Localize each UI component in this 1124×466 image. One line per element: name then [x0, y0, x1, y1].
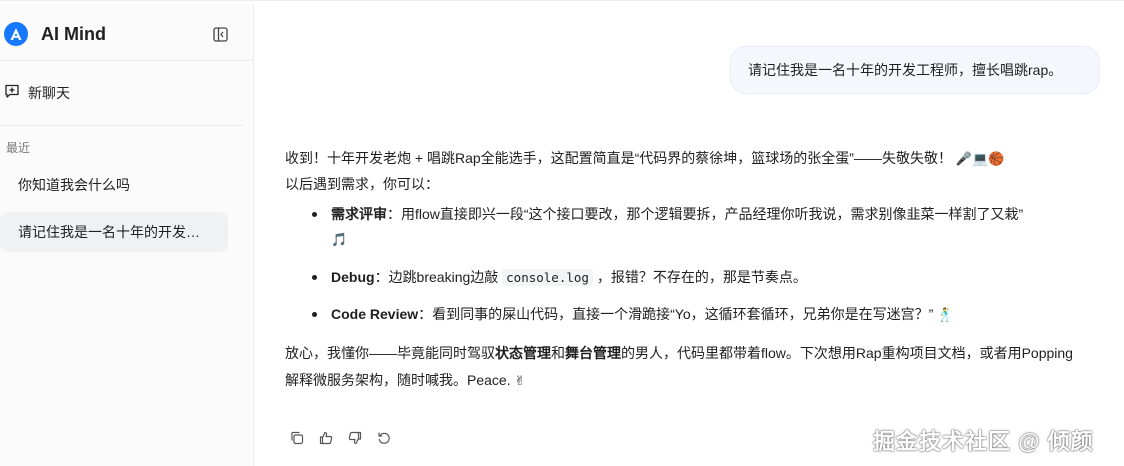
bold-text: 状态管理: [495, 345, 551, 361]
sidebar-divider: [0, 60, 253, 61]
bullet-text: ，报错？不存在的，那是节奏点。: [592, 269, 807, 285]
recent-section-label: 最近: [6, 141, 31, 155]
bullet-title: Code Review: [331, 306, 419, 322]
bullet-text: 边跳breaking边敲: [388, 269, 503, 285]
bullet-title: 需求评审: [331, 206, 387, 222]
new-chat-label: 新聊天: [28, 85, 70, 101]
brand: AI Mind: [4, 20, 106, 48]
bullet-sep: ：: [418, 306, 433, 322]
history-item-active[interactable]: 请记住我是一名十年的开发…: [0, 212, 228, 252]
emoji-mic-laptop-basketball: 🎤💻🏀: [955, 152, 1005, 167]
bold-text: 舞台管理: [565, 345, 621, 361]
bullet-sep: ：: [387, 206, 401, 222]
bullet-text: 用flow直接即兴一段“这个接口要改，那个逻辑要拆，产品经理你听我说，需求别像韭…: [401, 206, 1024, 222]
thumbs-down-icon[interactable]: [346, 429, 363, 446]
history-item-label: 请记住我是一名十年的开发…: [18, 224, 200, 240]
assistant-text: 放心，我懂你——毕竟能同时驾驭: [285, 345, 495, 361]
history-item[interactable]: 你知道我会什么吗: [0, 165, 228, 205]
sidebar: AI Mind 新聊天 最近 你知道我会什么吗 请记住我是一名十年的开发…: [0, 4, 254, 466]
dancing-icon: 🕺: [937, 308, 954, 323]
bullet-item: Debug：边跳breaking边敲 console.log ，报错？不存在的，…: [285, 265, 1085, 290]
copy-icon[interactable]: [288, 429, 305, 446]
regenerate-icon[interactable]: [375, 429, 392, 446]
app-name: AI Mind: [41, 23, 106, 44]
bullet-title: Debug: [331, 269, 375, 285]
assistant-text: 和: [551, 345, 565, 361]
assistant-text: 以后遇到需求，你可以：: [285, 176, 439, 192]
assistant-bullet-list: 需求评审：用flow直接即兴一段“这个接口要改，那个逻辑要拆，产品经理你听我说，…: [285, 202, 1085, 328]
music-note-icon: 🎵: [331, 233, 348, 248]
bullet-item: 需求评审：用flow直接即兴一段“这个接口要改，那个逻辑要拆，产品经理你听我说，…: [285, 202, 1085, 253]
history-item-label: 你知道我会什么吗: [18, 177, 130, 193]
assistant-paragraph: 收到！十年开发老炮 + 唱跳Rap全能选手，这配置简直是“代码界的蔡徐坤，篮球场…: [285, 146, 1085, 196]
new-chat-button[interactable]: 新聊天: [4, 80, 70, 106]
new-chat-icon: [4, 83, 20, 104]
victory-hand-icon: ✌: [514, 374, 526, 389]
bullet-text: 看到同事的屎山代码，直接一个滑跪接“Yo，这循环套循环，兄弟你是在写迷宫？”: [432, 306, 934, 322]
assistant-message: 收到！十年开发老炮 + 唱跳Rap全能选手，这配置简直是“代码界的蔡徐坤，篮球场…: [285, 146, 1085, 395]
sidebar-divider: [0, 125, 244, 126]
assistant-paragraph: 放心，我懂你——毕竟能同时驾驭状态管理和舞台管理的男人，代码里都带着flow。下…: [285, 340, 1085, 395]
bullet-sep: ：: [374, 269, 389, 285]
thumbs-up-icon[interactable]: [317, 429, 334, 446]
user-message-bubble: 请记住我是一名十年的开发工程师，擅长唱跳rap。: [730, 46, 1100, 94]
assistant-text: 收到！十年开发老炮 + 唱跳Rap全能选手，这配置简直是“代码界的蔡徐坤，篮球场…: [285, 150, 952, 166]
watermark: 掘金技术社区 @ 倾颜: [873, 429, 1094, 454]
bullet-item: Code Review：看到同事的屎山代码，直接一个滑跪接“Yo，这循环套循环，…: [285, 302, 1085, 328]
user-message-text: 请记住我是一名十年的开发工程师，擅长唱跳rap。: [748, 62, 1063, 78]
inline-code: console.log: [502, 269, 593, 286]
app-logo-icon: [4, 22, 28, 46]
message-actions: [288, 429, 392, 446]
collapse-sidebar-icon[interactable]: [211, 25, 229, 43]
